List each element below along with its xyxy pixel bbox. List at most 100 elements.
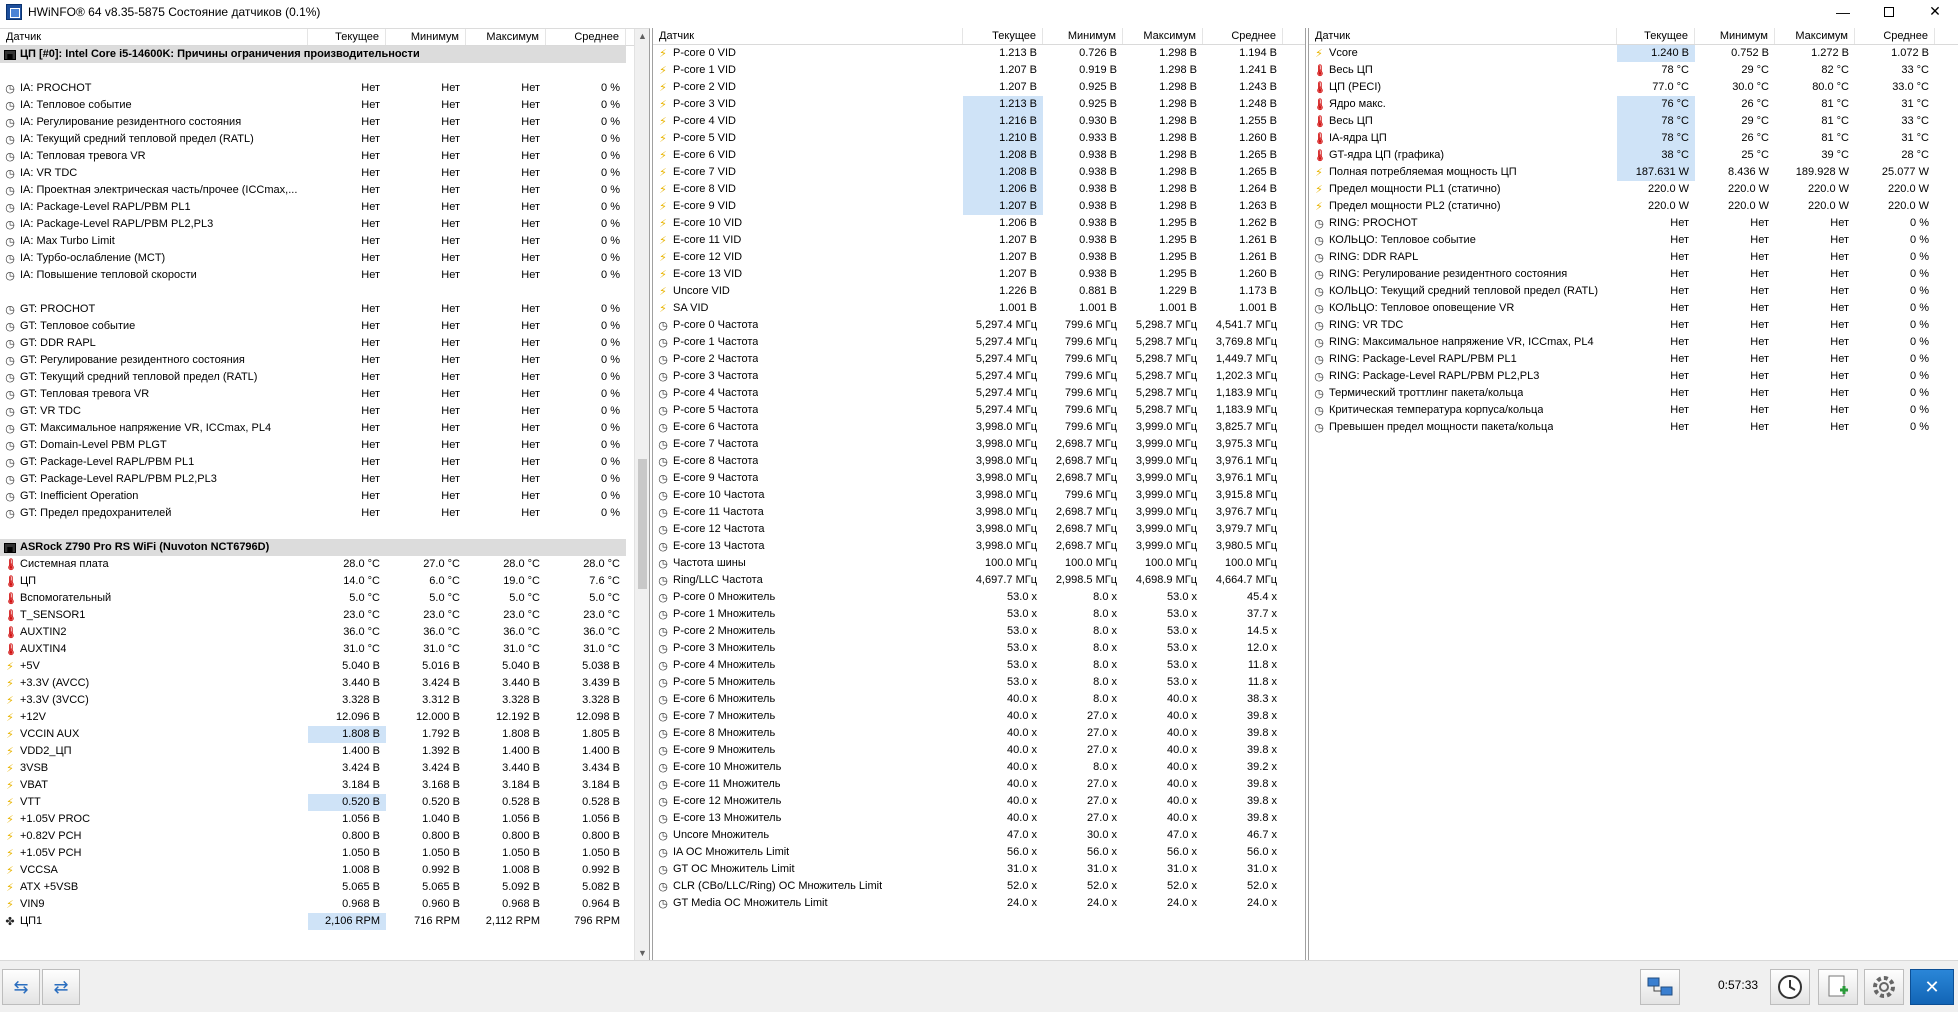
scrollbar-thumb[interactable] — [638, 459, 647, 589]
sensor-row[interactable]: ⚡ VIN9 0.968 В 0.960 В 0.968 В 0.964 В — [0, 896, 649, 913]
sensor-row[interactable]: ◷ P-core 4 Множитель 53.0 x 8.0 x 53.0 x 11.8… — [653, 657, 1305, 674]
sensor-row[interactable]: ◷ P-core 0 Множитель 53.0 x 8.0 x 53.0 x 45.4… — [653, 589, 1305, 606]
sensor-row[interactable]: ⚡ P-core 2 VID 1.207 В 0.925 В 1.298 В 1.243 … — [653, 79, 1305, 96]
maximize-button[interactable] — [1866, 0, 1912, 23]
sensor-row[interactable]: ⚡ P-core 5 VID 1.210 В 0.933 В 1.298 В 1.260 … — [653, 130, 1305, 147]
sensor-row[interactable]: ⚡ VTT 0.520 В 0.520 В 0.528 В 0.528 В — [0, 794, 649, 811]
sensor-row[interactable]: ◷ Термический троттлинг пакета/кольца Нет Н… — [1309, 385, 1958, 402]
column-header-sensor[interactable]: Датчик — [1309, 28, 1617, 44]
column-header-max[interactable]: Максимум — [1123, 28, 1203, 44]
sensor-row[interactable]: ◷ E-core 6 Частота 3,998.0 МГц 799.6 МГц 3,9… — [653, 419, 1305, 436]
sensor-row[interactable]: ◷ RING: Package-Level RAPL/PBM PL2,PL3 Нет… — [1309, 368, 1958, 385]
sensor-row[interactable]: ◷ E-core 9 Частота 3,998.0 МГц 2,698.7 МГц 3… — [653, 470, 1305, 487]
sensor-row[interactable]: ◷ GT: PROCHOT Нет Нет Нет 0 % — [0, 301, 649, 318]
sensor-row[interactable]: ⚡ Предел мощности PL1 (статично) 220.0 W 22… — [1309, 181, 1958, 198]
sensor-row[interactable]: ◷ GT: Регулирование резидентного состояни… — [0, 352, 649, 369]
sensor-row[interactable]: ⚡ E-core 7 VID 1.208 В 0.938 В 1.298 В 1.265 … — [653, 164, 1305, 181]
sensor-row[interactable]: ◷ E-core 10 Множитель 40.0 x 8.0 x 40.0 x 39.… — [653, 759, 1305, 776]
scroll-up-icon[interactable]: ▲ — [635, 29, 649, 44]
sensor-row[interactable]: ⚡ E-core 8 VID 1.206 В 0.938 В 1.298 В 1.264 … — [653, 181, 1305, 198]
nav-right-button[interactable]: ⇄ — [42, 969, 80, 1005]
sensor-row[interactable]: ◷ RING: DDR RAPL Нет Нет Нет 0 % — [1309, 249, 1958, 266]
sensor-row[interactable]: ◷ GT: VR TDC Нет Нет Нет 0 % — [0, 403, 649, 420]
sensor-row[interactable]: ◷ GT: Тепловая тревога VR Нет Нет Нет 0 % — [0, 386, 649, 403]
sensor-row[interactable]: ◷ E-core 13 Множитель 40.0 x 27.0 x 40.0 x 39… — [653, 810, 1305, 827]
sensor-row[interactable]: ⚡ +3.3V (3VCC) 3.328 В 3.312 В 3.328 В 3.328 … — [0, 692, 649, 709]
close-window-button[interactable]: ✕ — [1912, 0, 1958, 23]
sensor-row[interactable]: ◷ E-core 8 Множитель 40.0 x 27.0 x 40.0 x 39.… — [653, 725, 1305, 742]
sensor-row[interactable]: ◷ E-core 12 Множитель 40.0 x 27.0 x 40.0 x 39… — [653, 793, 1305, 810]
sensor-row[interactable]: ◷ IA: Тепловая тревога VR Нет Нет Нет 0 % — [0, 148, 649, 165]
sensor-row[interactable]: 🌡 ЦП (PECI) 77.0 °C 30.0 °C 80.0 °C 33.0 °C — [1309, 79, 1958, 96]
minimize-button[interactable]: — — [1820, 0, 1866, 23]
sensor-row[interactable]: ◷ Критическая температура корпуса/кольца Н… — [1309, 402, 1958, 419]
sensor-row[interactable]: ◷ E-core 11 Частота 3,998.0 МГц 2,698.7 МГц… — [653, 504, 1305, 521]
sensor-row[interactable]: ◷ GT: Domain-Level PBM PLGT Нет Нет Нет 0 % — [0, 437, 649, 454]
sensor-row[interactable]: ◷ RING: Package-Level RAPL/PBM PL1 Нет Нет Н… — [1309, 351, 1958, 368]
sensor-row[interactable]: 🌡 Системная плата 28.0 °C 27.0 °C 28.0 °C 28.… — [0, 556, 649, 573]
sensor-row[interactable]: ◷ P-core 5 Множитель 53.0 x 8.0 x 53.0 x 11.8… — [653, 674, 1305, 691]
sensor-row[interactable]: ◷ E-core 8 Частота 3,998.0 МГц 2,698.7 МГц 3… — [653, 453, 1305, 470]
sensor-row[interactable]: ⚡ VBAT 3.184 В 3.168 В 3.184 В 3.184 В — [0, 777, 649, 794]
report-button[interactable] — [1818, 969, 1858, 1005]
sensor-row[interactable]: ◷ GT: Предел предохранителей Нет Нет Нет 0 % — [0, 505, 649, 522]
sensor-row[interactable]: ⚡ Полная потребляемая мощность ЦП 187.631 … — [1309, 164, 1958, 181]
exit-button[interactable]: ✕ — [1910, 969, 1954, 1005]
sensor-row[interactable]: ⚡ E-core 11 VID 1.207 В 0.938 В 1.295 В 1.261… — [653, 232, 1305, 249]
sensor-row[interactable]: ◷ RING: Регулирование резидентного состоя… — [1309, 266, 1958, 283]
sensor-row[interactable]: ◷ P-core 2 Множитель 53.0 x 8.0 x 53.0 x 14.5… — [653, 623, 1305, 640]
sensor-row[interactable]: ⚡ Uncore VID 1.226 В 0.881 В 1.229 В 1.173 В — [653, 283, 1305, 300]
sensor-row[interactable]: 🌡 Весь ЦП 78 °C 29 °C 82 °C 33 °C — [1309, 62, 1958, 79]
sensor-row[interactable]: 🌡 ЦП 14.0 °C 6.0 °C 19.0 °C 7.6 °C — [0, 573, 649, 590]
sensor-row[interactable]: 🌡 AUXTIN2 36.0 °C 36.0 °C 36.0 °C 36.0 °C — [0, 624, 649, 641]
sensor-row[interactable]: ◷ КОЛЬЦО: Тепловое событие Нет Нет Нет 0 % — [1309, 232, 1958, 249]
sensor-row[interactable]: ◷ IA: Повышение тепловой скорости Нет Нет Не… — [0, 267, 649, 284]
scroll-down-icon[interactable]: ▼ — [635, 946, 649, 960]
sensor-row[interactable]: ◷ E-core 9 Множитель 40.0 x 27.0 x 40.0 x 39.… — [653, 742, 1305, 759]
sensor-row[interactable]: ⚡ SA VID 1.001 В 1.001 В 1.001 В 1.001 В — [653, 300, 1305, 317]
sensor-row[interactable]: ⚡ P-core 0 VID 1.213 В 0.726 В 1.298 В 1.194 … — [653, 45, 1305, 62]
column-header-min[interactable]: Минимум — [386, 29, 466, 45]
sensor-row[interactable]: ◷ P-core 0 Частота 5,297.4 МГц 799.6 МГц 5,2… — [653, 317, 1305, 334]
sensor-row[interactable]: ◷ GT: Package-Level RAPL/PBM PL1 Нет Нет Нет… — [0, 454, 649, 471]
column-header-max[interactable]: Максимум — [466, 29, 546, 45]
sensor-row[interactable]: ◷ GT: Inefficient Operation Нет Нет Нет 0 % — [0, 488, 649, 505]
sensor-row[interactable]: ◷ IA: Max Turbo Limit Нет Нет Нет 0 % — [0, 233, 649, 250]
sensor-row[interactable]: ⚡ P-core 3 VID 1.213 В 0.925 В 1.298 В 1.248 … — [653, 96, 1305, 113]
sensor-row[interactable]: ◷ КОЛЬЦО: Тепловое оповещение VR Нет Нет Нет… — [1309, 300, 1958, 317]
sensor-row[interactable]: 🌡 GT-ядра ЦП (графика) 38 °C 25 °C 39 °C 28 °… — [1309, 147, 1958, 164]
sensor-row[interactable]: 🌡 Весь ЦП 78 °C 29 °C 81 °C 33 °C — [1309, 113, 1958, 130]
sensor-row[interactable]: ◷ IA: PROCHOT Нет Нет Нет 0 % — [0, 80, 649, 97]
sensor-row[interactable]: ⚡ Предел мощности PL2 (статично) 220.0 W 22… — [1309, 198, 1958, 215]
sensor-row[interactable]: 🌡 Вспомогательный 5.0 °C 5.0 °C 5.0 °C 5.0 °C — [0, 590, 649, 607]
sensor-row[interactable]: 🌡 IA-ядра ЦП 78 °C 26 °C 81 °C 31 °C — [1309, 130, 1958, 147]
sensor-row[interactable]: ⚡ Vcore 1.240 В 0.752 В 1.272 В 1.072 В — [1309, 45, 1958, 62]
sensor-row[interactable]: ◷ IA: VR TDC Нет Нет Нет 0 % — [0, 165, 649, 182]
sensor-row[interactable]: ⚡ 3VSB 3.424 В 3.424 В 3.440 В 3.434 В — [0, 760, 649, 777]
sensor-row[interactable]: 🌡 T_SENSOR1 23.0 °C 23.0 °C 23.0 °C 23.0 °C — [0, 607, 649, 624]
sensor-row[interactable]: ◷ IA: Package-Level RAPL/PBM PL1 Нет Нет Нет… — [0, 199, 649, 216]
sensor-row[interactable]: ◷ GT Media OC Множитель Limit 24.0 x 24.0 x… — [653, 895, 1305, 912]
column-header-avg[interactable]: Среднее — [1855, 28, 1935, 44]
sensor-row[interactable]: ◷ E-core 7 Множитель 40.0 x 27.0 x 40.0 x 39.… — [653, 708, 1305, 725]
sensor-row[interactable]: ◷ Uncore Множитель 47.0 x 30.0 x 47.0 x 46.7 … — [653, 827, 1305, 844]
column-header-sensor[interactable]: Датчик — [0, 29, 308, 45]
sensor-row[interactable]: ◷ P-core 3 Множитель 53.0 x 8.0 x 53.0 x 12.0… — [653, 640, 1305, 657]
network-button[interactable] — [1640, 969, 1680, 1005]
column-header-current[interactable]: Текущее — [1617, 28, 1695, 44]
sensor-row[interactable]: ◷ P-core 4 Частота 5,297.4 МГц 799.6 МГц 5,2… — [653, 385, 1305, 402]
sensor-row[interactable]: ◷ КОЛЬЦО: Текущий средний тепловой предел… — [1309, 283, 1958, 300]
column-header-min[interactable]: Минимум — [1043, 28, 1123, 44]
sensor-row[interactable]: ⚡ +3.3V (AVCC) 3.440 В 3.424 В 3.440 В 3.439 … — [0, 675, 649, 692]
sensor-row[interactable]: ⚡ P-core 4 VID 1.216 В 0.930 В 1.298 В 1.255 … — [653, 113, 1305, 130]
sensor-row[interactable]: ⚡ E-core 13 VID 1.207 В 0.938 В 1.295 В 1.260… — [653, 266, 1305, 283]
sensor-row[interactable]: ⚡ VCCIN AUX 1.808 В 1.792 В 1.808 В 1.805 В — [0, 726, 649, 743]
sensor-row[interactable]: ◷ GT: Максимальное напряжение VR, ICCmax,… — [0, 420, 649, 437]
sensor-row[interactable]: ◷ E-core 11 Множитель 40.0 x 27.0 x 40.0 x 39… — [653, 776, 1305, 793]
column-header-current[interactable]: Текущее — [963, 28, 1043, 44]
sensor-row[interactable]: ◷ GT: DDR RAPL Нет Нет Нет 0 % — [0, 335, 649, 352]
sensor-row[interactable]: ✤ ЦП1 2,106 RPM 716 RPM 2,112 RPM 796 RPM — [0, 913, 649, 930]
sensor-row[interactable]: ◷ P-core 2 Частота 5,297.4 МГц 799.6 МГц 5,2… — [653, 351, 1305, 368]
sensor-row[interactable]: ⚡ +1.05V PCH 1.050 В 1.050 В 1.050 В 1.050 В — [0, 845, 649, 862]
column-header-current[interactable]: Текущее — [308, 29, 386, 45]
